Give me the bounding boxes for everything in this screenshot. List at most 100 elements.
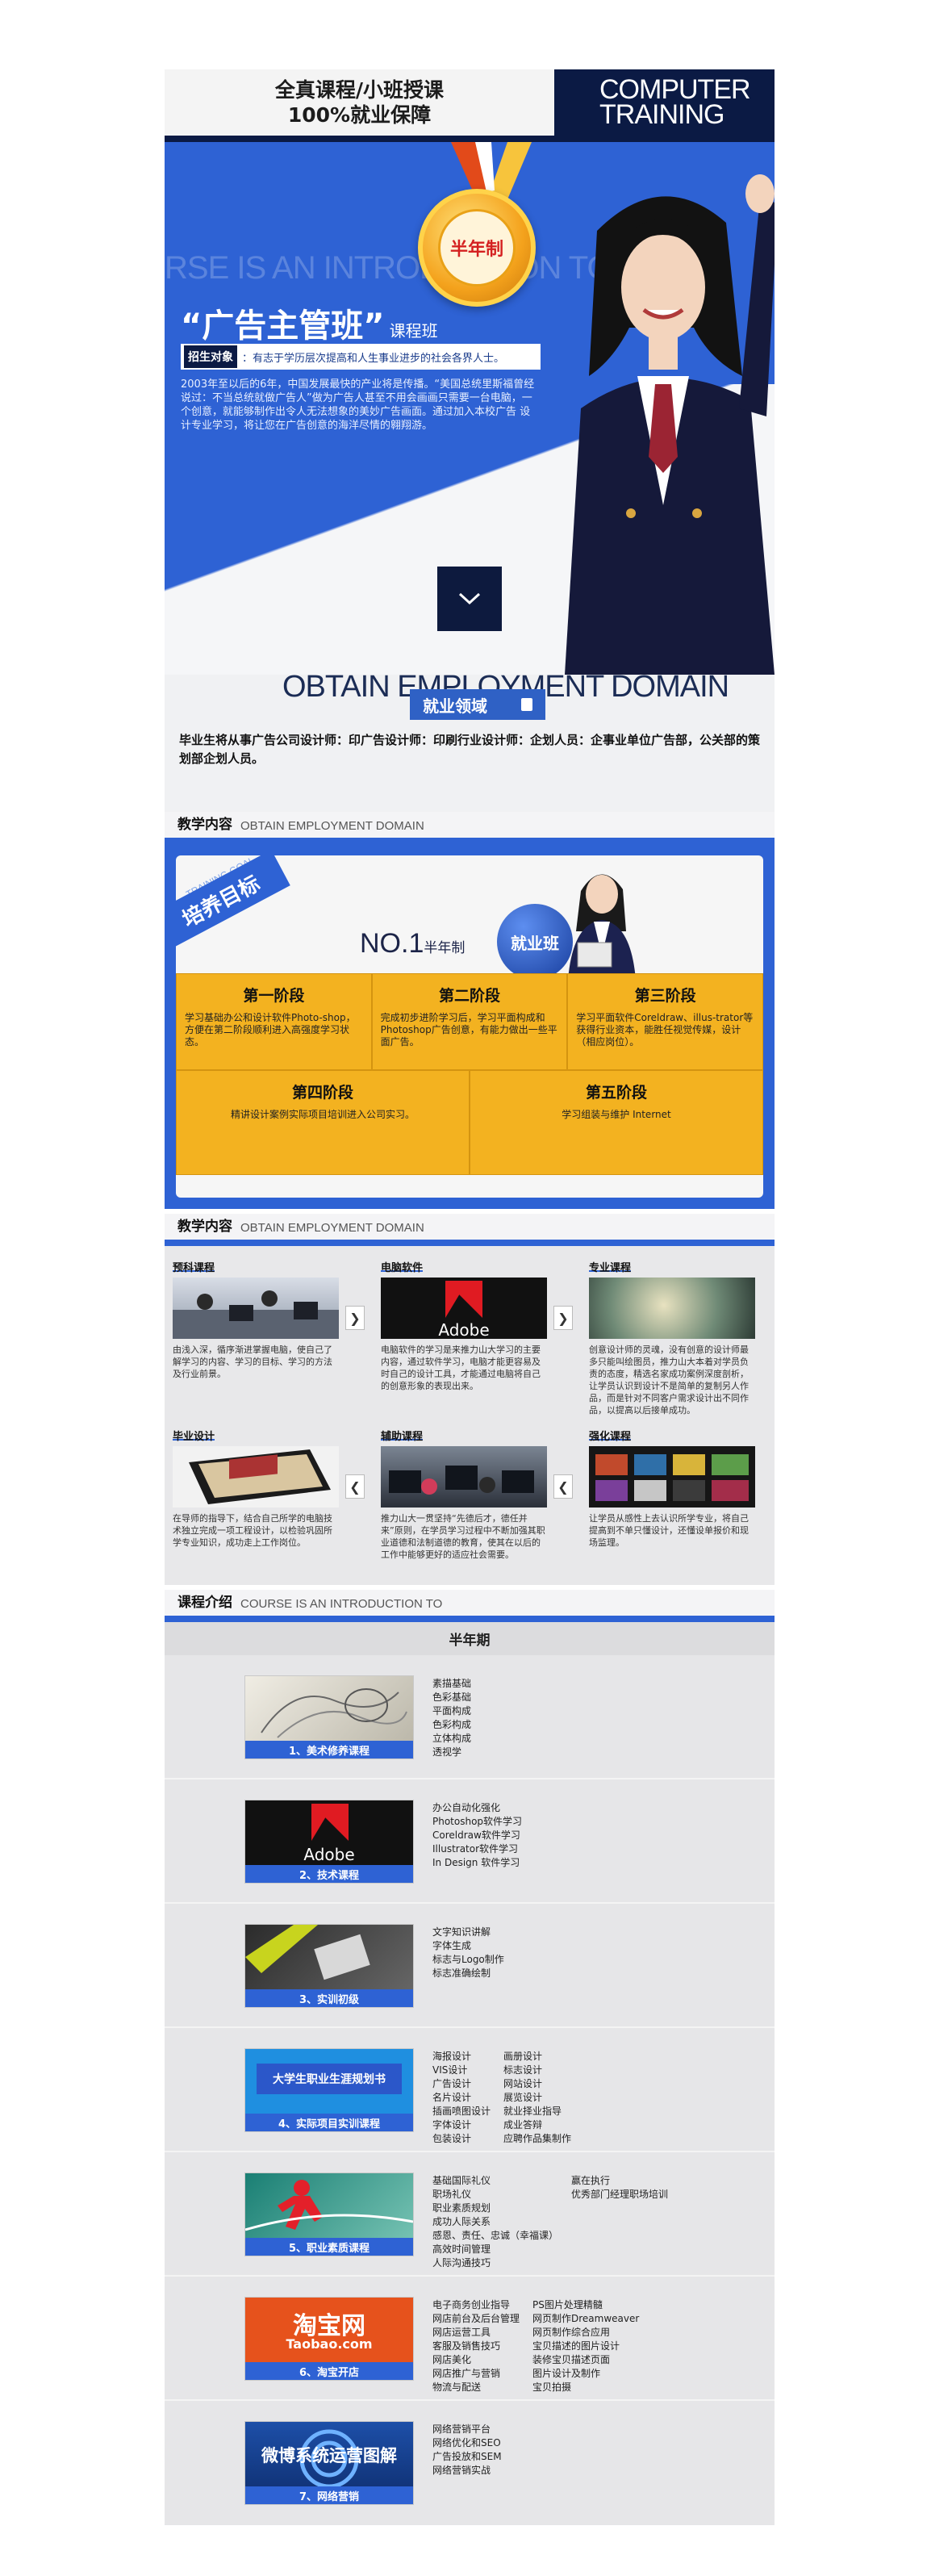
employment-desc: 毕业生将从事广告公司设计师：印广告设计师：印刷行业设计师：企划人员：企事业单位广… [179, 733, 761, 766]
no1-text: NO.1 [360, 928, 424, 959]
course-item: 素描基础 [432, 1678, 472, 1689]
hero-title-suffix: 课程班 [389, 321, 438, 341]
stage-title: 第四阶段 [291, 1084, 353, 1102]
medal-text: 半年制 [449, 240, 503, 260]
course-caption: 4、实际项目实训课程 [245, 2114, 413, 2131]
courses-section: 半年期 1、美术修养课程 素描基础 色彩基础 平面构成 色彩构成 立体构成 透视… [165, 1622, 775, 2525]
content-item: 强化课程 让学员从感性上去认识所学专业，将自己提高到不单只懂设计，还懂设单报价和… [589, 1428, 755, 1561]
employment-pill-label: 就业领域 [423, 696, 487, 716]
stage-card: 第一阶段 学习基础办公和设计软件Photo-shop，方便在第二阶段顺利进入高强… [176, 973, 372, 1070]
course-item: 名片设计 [432, 2092, 472, 2103]
content-text: 电脑软件的学习是来推力山大学习的主要内容，通过软件学习，电脑才能更容易及时自己的… [381, 1344, 541, 1391]
course-item: 海报设计 [432, 2051, 472, 2062]
content-label: 辅助课程 [381, 1428, 424, 1443]
tablet-photo [173, 1446, 339, 1508]
course-item: 标志与Logo制作 [432, 1954, 504, 1965]
design-screens-photo [589, 1446, 755, 1508]
section-heading-cn: 教学内容 [177, 817, 232, 833]
course-item: 透视学 [432, 1746, 462, 1758]
section-heading-cn: 课程介绍 [177, 1595, 232, 1611]
adobe-photo: Adobe [381, 1278, 547, 1339]
stage-desc: 学习平面软件Coreldraw、illus-trator等获得行业资本，能胜任视… [576, 1012, 754, 1048]
course-caption: 1、美术修养课程 [245, 1741, 413, 1758]
course-items: 海报设计 VIS设计 广告设计 名片设计 插画喷图设计 字体设计 包装设计 画册… [432, 2049, 571, 2144]
course-item: 标志设计 [503, 2064, 543, 2076]
stage-title: 第三阶段 [634, 987, 696, 1005]
brand-line2: TRAINING [599, 99, 724, 130]
course-item: 客服及销售技巧 [432, 2340, 501, 2352]
target-text: ：有志于学历层次提高和人生事业进步的社会各界人士。 [242, 352, 505, 365]
stage-row: 第四阶段 精讲设计案例实际项目培训进入公司实习。 第五阶段 学习组装与维护 In… [176, 1070, 763, 1175]
course-item: 图片设计及制作 [532, 2368, 601, 2379]
hero-banner: RSE IS AN INTRODUCTION TO 半年制 “广告主管班” 课程班… [165, 142, 775, 675]
course-item: 画册设计 [503, 2051, 543, 2062]
course-item: 优秀部门经理职场培训 [571, 2189, 669, 2200]
course-item: 立体构成 [432, 1733, 472, 1744]
content-item: 专业课程 创意设计师的灵魂，没有创意的设计师最多只能叫绘图员，推力山大本着对学员… [589, 1259, 755, 1416]
course-thumb: 淘宝网 Taobao.com 6、淘宝开店 [245, 2298, 413, 2380]
hero-header: 全真课程/小班授课 100%就业保障 COMPUTER TRAINING [165, 69, 775, 136]
stage-desc: 学习组装与维护 Internet [562, 1109, 671, 1120]
prev-arrow-button[interactable]: ❮ [345, 1474, 365, 1499]
section-heading-cn: 教学内容 [177, 1219, 232, 1235]
course-item: 网店美化 [432, 2354, 472, 2365]
course-item: 物流与配送 [432, 2382, 482, 2393]
course-item: 展览设计 [503, 2092, 543, 2103]
chevron-right-icon: ❯ [557, 1310, 569, 1326]
prev-arrow-button[interactable]: ❮ [553, 1474, 573, 1499]
medal-inner: 半年制 [438, 209, 516, 286]
course-item: 职业素质规划 [432, 2202, 491, 2214]
course-item: In Design 软件学习 [432, 1857, 520, 1868]
no1-suffix: 半年制 [424, 940, 466, 956]
course-item: 宝贝描述的图片设计 [532, 2340, 620, 2352]
course-item: 网络营销实战 [432, 2465, 491, 2476]
course-item: 职场礼仪 [432, 2189, 472, 2200]
enrollment-target: 招生对象 ：有志于学历层次提高和人生事业进步的社会各界人士。 [181, 344, 541, 370]
course-item: 网页制作综合应用 [532, 2327, 611, 2338]
course-item: Coreldraw软件学习 [432, 1830, 520, 1841]
course-item: 办公自动化强化 [432, 1802, 501, 1813]
course-item: 网页制作Dreamweaver [532, 2313, 640, 2324]
course-caption: 2、技术课程 [245, 1865, 413, 1883]
course-thumb: 大学生职业生涯规划书 4、实际项目实训课程 [245, 2049, 413, 2131]
course-items: 基础国际礼仪 职场礼仪 职业素质规划 成功人际关系 感恩、责任、忠诚（幸福课） … [432, 2173, 669, 2269]
taobao-logo-sub: Taobao.com [286, 2336, 373, 2352]
content-label: 预科课程 [173, 1259, 215, 1274]
next-arrow-button[interactable]: ❯ [553, 1306, 573, 1330]
hero-watermark: RSE IS AN INTRODUCTION TO [165, 250, 612, 286]
scroll-down-button[interactable] [437, 567, 502, 631]
content-item: 毕业设计 在导师的指导下，结合自己所学的电脑技术独立完成一项工程设计，以检验巩固… [173, 1428, 339, 1561]
course-thumb: Adobe 2、技术课程 [245, 1800, 413, 1883]
content-text: 创意设计师的灵魂，没有创意的设计师最多只能叫绘图员，推力山大本着对学员负责的态度… [589, 1344, 749, 1416]
employment-section: OBTAIN EMPLOYMENT DOMAIN 就业领域 毕业生将从事广告公司… [165, 670, 775, 812]
course-item: 人际沟通技巧 [432, 2257, 491, 2269]
student-photo [565, 174, 775, 675]
course-item: 色彩基础 [432, 1692, 472, 1703]
course-caption: 5、职业素质课程 [245, 2238, 413, 2256]
stage-grid: 第一阶段 学习基础办公和设计软件Photo-shop，方便在第二阶段顺利进入高强… [176, 973, 763, 1175]
course-item: 赢在执行 [571, 2175, 611, 2186]
chevron-right-icon: ❯ [349, 1310, 361, 1326]
course-item: 网络优化和SEO [432, 2437, 501, 2448]
content-item: 预科课程 由浅入深，循序渐进掌握电脑，使自己了解学习的内容、学习的目标、学习的方… [173, 1259, 339, 1416]
content-row: 毕业设计 在导师的指导下，结合自己所学的电脑技术独立完成一项工程设计，以检验巩固… [173, 1428, 775, 1561]
hero-intro: 2003年至以后的6年，中国发展最快的产业将是传播。“美国总统里斯福曾经说过：不… [181, 378, 535, 432]
hero-title-text: “广告主管班” [181, 307, 385, 345]
slogan: 全真课程/小班授课 100%就业保障 [165, 69, 554, 136]
stage-title: 第五阶段 [585, 1084, 647, 1102]
section-heading-en: OBTAIN EMPLOYMENT DOMAIN [240, 1221, 424, 1235]
adobe-text: Adobe [438, 1320, 489, 1339]
stage-title: 第二阶段 [438, 987, 500, 1005]
goal-banner-text: 培养目标 [178, 871, 265, 932]
chevron-left-icon: ❮ [557, 1478, 569, 1495]
next-arrow-button[interactable]: ❯ [345, 1306, 365, 1330]
course-item: 感恩、责任、忠诚（幸福课） [432, 2230, 559, 2241]
course-row: 5、职业素质课程 基础国际礼仪 职场礼仪 职业素质规划 成功人际关系 感恩、责任… [165, 2152, 775, 2277]
section-heading-en: OBTAIN EMPLOYMENT DOMAIN [240, 819, 424, 833]
course-item: PS图片处理精髓 [532, 2299, 603, 2310]
course-thumb: 3、实训初级 [245, 1925, 413, 2007]
medal-icon: 半年制 [418, 189, 536, 307]
content-item: 辅助课程 推力山大一贯坚持“先德后才，德任并来”原则，在学员学习过程中不断加强其… [381, 1428, 547, 1561]
course-item: 网店运营工具 [432, 2327, 491, 2338]
course-item: 应聘作品集制作 [503, 2133, 572, 2144]
